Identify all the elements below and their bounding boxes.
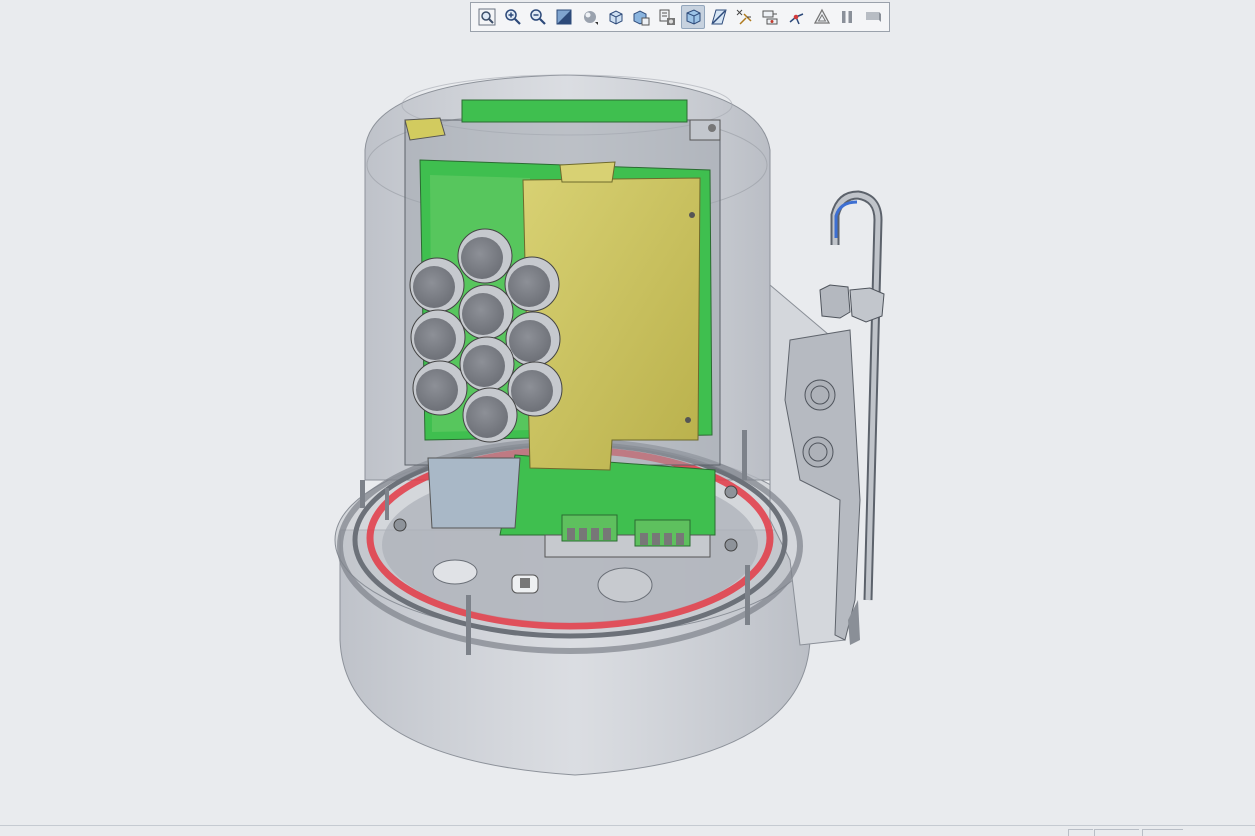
- terminal-block-left: [561, 514, 618, 542]
- repaint-button[interactable]: [552, 5, 576, 29]
- capacitor: [409, 257, 465, 313]
- graphics-toolbar: [470, 2, 890, 32]
- simplified-rep-button[interactable]: [810, 5, 834, 29]
- view-manager-icon: [633, 10, 650, 26]
- section-button[interactable]: [655, 5, 679, 29]
- capacitor: [458, 284, 514, 340]
- status-cell: [1068, 829, 1093, 836]
- capacitor: [410, 309, 466, 365]
- capacitor: [462, 387, 518, 443]
- datum-plane-icon: [710, 9, 727, 25]
- refit-view-button[interactable]: [475, 5, 499, 29]
- capacitor: [457, 228, 513, 284]
- capacitor: [412, 360, 468, 416]
- spin-center-icon: [789, 13, 804, 25]
- pause-icon: [842, 11, 853, 23]
- terminal-block-right: [634, 519, 691, 547]
- spin-center-button[interactable]: [784, 5, 808, 29]
- saved-orientations-button[interactable]: [604, 5, 628, 29]
- support-block: [427, 457, 521, 529]
- status-cell: [1142, 829, 1183, 836]
- annotation-display-button[interactable]: [758, 5, 782, 29]
- datum-point-icon: [737, 9, 752, 25]
- capacitor: [459, 336, 515, 392]
- capacitor: [504, 256, 560, 312]
- repaint-icon: [556, 9, 572, 25]
- zoom-in-icon: [504, 9, 521, 25]
- display-style-button[interactable]: [578, 5, 602, 29]
- pause-regen-button[interactable]: [836, 5, 860, 29]
- status-bar: [0, 825, 1255, 836]
- section-icon: [659, 9, 676, 25]
- capacitor-bank: [409, 228, 563, 443]
- annotation-icon: [762, 10, 778, 25]
- capacitor: [505, 311, 561, 367]
- status-cell: [1094, 829, 1139, 836]
- shading-sphere-icon: [583, 11, 598, 25]
- view-manager-button[interactable]: [630, 5, 654, 29]
- zoom-out-icon: [530, 9, 547, 25]
- cube-orientation-icon: [609, 10, 623, 25]
- datum-points-button[interactable]: [733, 5, 757, 29]
- triangle-rep-icon: [813, 8, 830, 24]
- datum-planes-button[interactable]: [707, 5, 731, 29]
- zoom-in-button[interactable]: [501, 5, 525, 29]
- perspective-cube-icon: [686, 9, 701, 25]
- perspective-button[interactable]: [681, 5, 705, 29]
- magnifier-frame-icon: [478, 8, 496, 26]
- zoom-out-button[interactable]: [527, 5, 551, 29]
- next-step-button[interactable]: [861, 5, 885, 29]
- yellow-panel: [522, 161, 701, 471]
- hex-nut: [819, 284, 885, 323]
- model-viewport[interactable]: [0, 40, 1255, 820]
- flag-icon: [866, 12, 882, 22]
